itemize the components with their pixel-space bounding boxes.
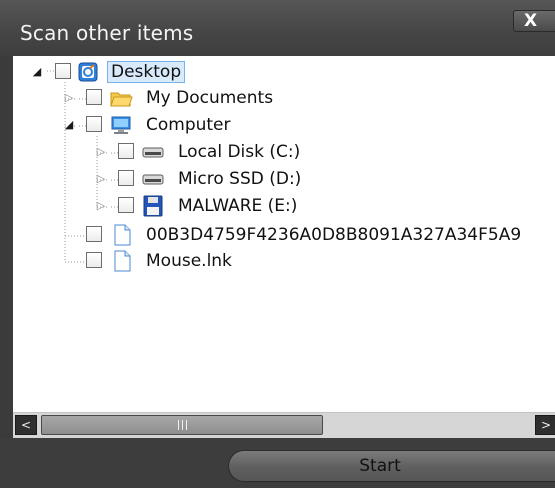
file-icon [110,224,134,246]
desktop-checkbox[interactable] [55,63,71,79]
drive-icon [141,141,165,163]
close-button[interactable]: X [513,10,555,32]
scan-dialog: Scan other items X ◢ Desktop ▷ My Docume… [0,0,555,488]
dialog-title: Scan other items [20,21,194,45]
tree-item-label: Micro SSD (D:) [178,169,302,189]
tree-item-computer[interactable]: ◢ Computer [13,113,555,139]
desktop-icon [76,61,100,83]
tree-item-micro-ssd[interactable]: ▷ Micro SSD (D:) [13,167,555,193]
mouse-lnk-checkbox[interactable] [86,252,102,268]
tree-item-local-disk[interactable]: ▷ Local Disk (C:) [13,140,555,166]
expand-arrow-icon[interactable]: ▷ [95,146,107,158]
malware-checkbox[interactable] [118,197,134,213]
my-documents-checkbox[interactable] [86,89,102,105]
collapse-arrow-icon[interactable]: ◢ [31,66,43,78]
computer-checkbox[interactable] [86,116,102,132]
title-bar: Scan other items X [0,0,555,56]
tree-item-label: MALWARE (E:) [178,196,298,216]
start-button[interactable]: Start [228,450,555,482]
tree-item-desktop[interactable]: ◢ Desktop [13,60,555,86]
tree-item-label: 00B3D4759F4236A0D8B8091A327A34F5A9 [146,225,522,245]
grip-icon [178,420,188,430]
file-icon [110,250,134,272]
tree-item-label: Mouse.lnk [146,251,232,271]
tree-view[interactable]: ◢ Desktop ▷ My Documents ◢ Computer ▷ Lo… [13,56,555,412]
tree-item-label: Desktop [107,61,186,83]
collapse-arrow-icon[interactable]: ◢ [63,119,75,131]
tree-item-my-documents[interactable]: ▷ My Documents [13,86,555,112]
file-checkbox[interactable] [86,226,102,242]
footer: Start [0,438,555,488]
expand-arrow-icon[interactable]: ▷ [95,200,107,212]
scrollbar-thumb[interactable] [41,415,323,435]
expand-arrow-icon[interactable]: ▷ [63,92,75,104]
tree-item-label: Local Disk (C:) [178,142,301,162]
local-disk-checkbox[interactable] [118,143,134,159]
tree-item-malware[interactable]: ▷ MALWARE (E:) [13,194,555,220]
horizontal-scrollbar[interactable]: < > [13,412,555,438]
tree-item-label: Computer [146,115,231,135]
micro-ssd-checkbox[interactable] [118,170,134,186]
tree-item-label: My Documents [146,88,274,108]
tree-item-mouse-lnk[interactable]: Mouse.lnk [13,249,555,275]
floppy-icon [141,195,165,217]
tree-item-file[interactable]: 00B3D4759F4236A0D8B8091A327A34F5A9 [13,223,555,249]
scroll-right-button[interactable]: > [535,415,555,435]
folder-icon [109,87,133,109]
scroll-left-button[interactable]: < [15,415,37,435]
computer-icon [109,114,133,136]
drive-icon [141,168,165,190]
expand-arrow-icon[interactable]: ▷ [95,173,107,185]
